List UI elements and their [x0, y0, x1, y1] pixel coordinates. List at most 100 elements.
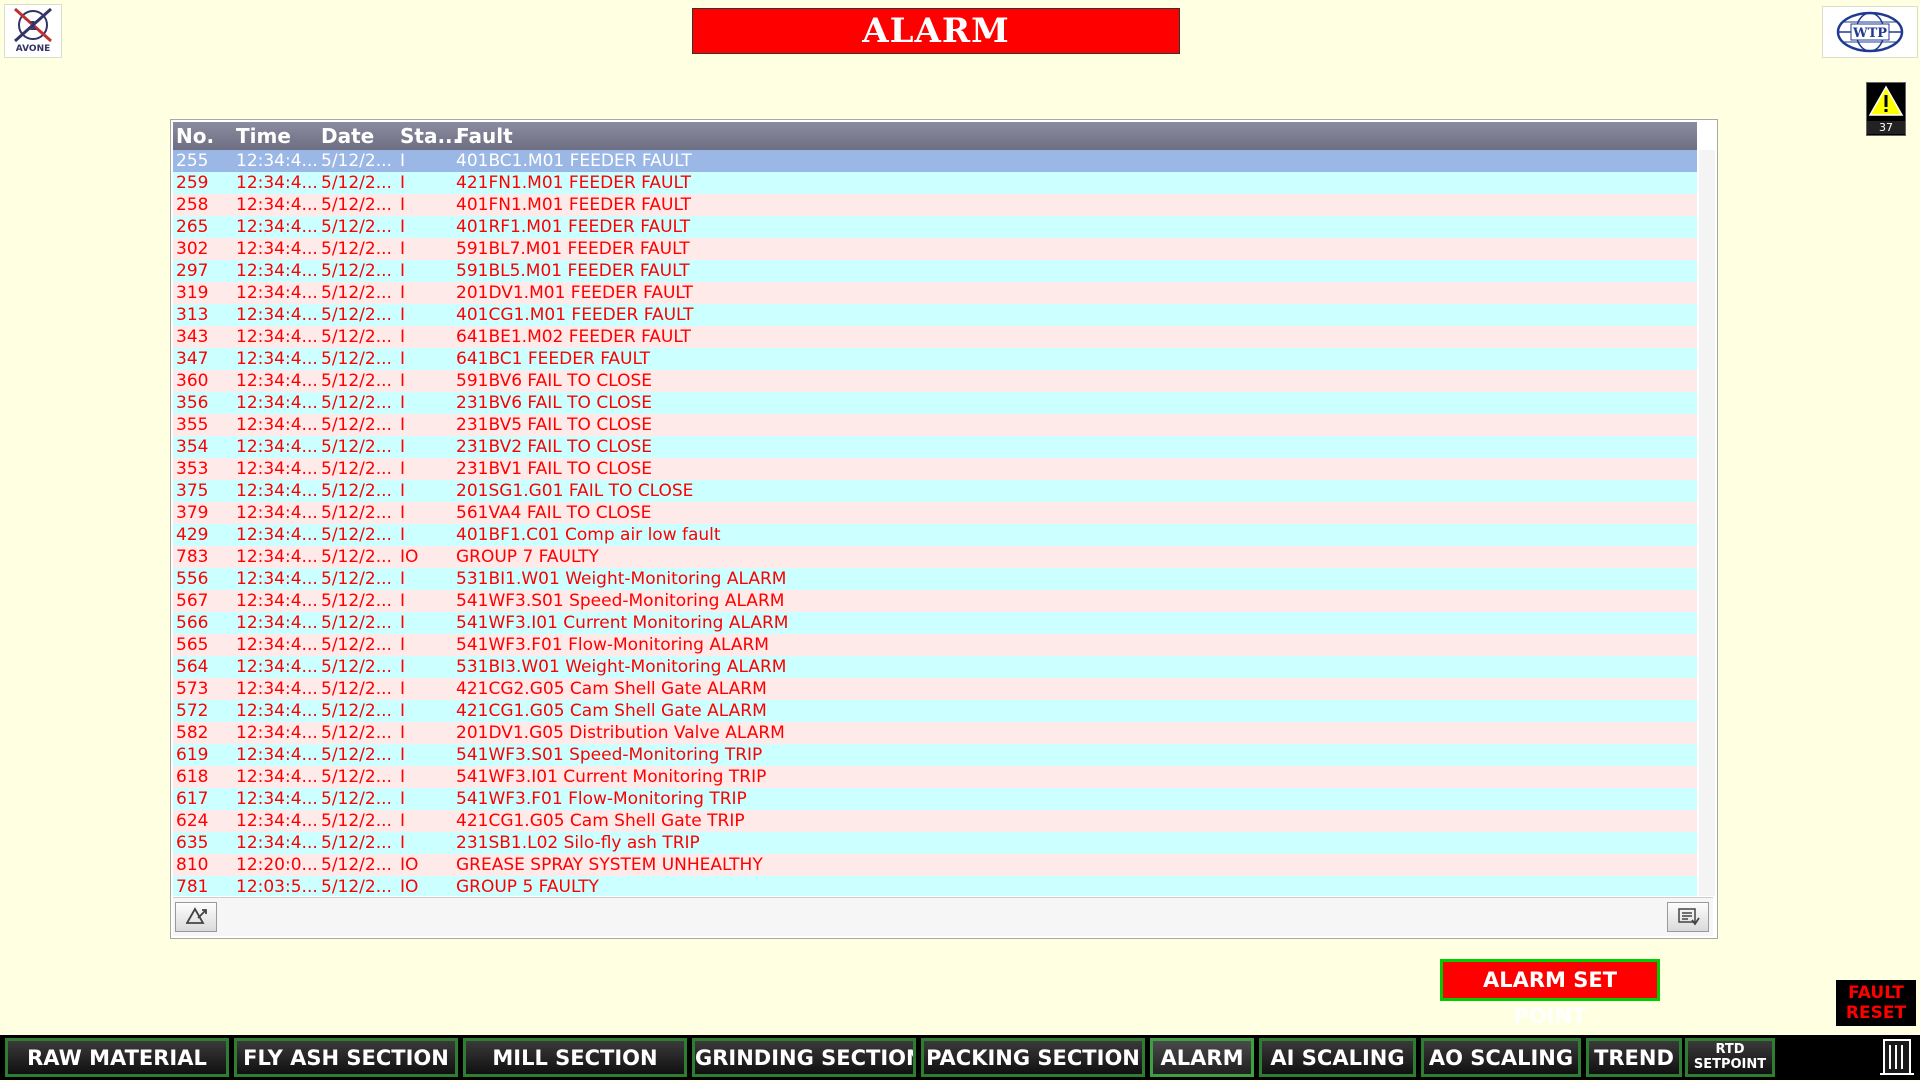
alarm-row[interactable]: 572 12:34:4... 5/12/2... I 421CG1.G05 Cam Sh…: [173, 700, 1697, 722]
column-header-time[interactable]: Time: [236, 122, 291, 150]
alarm-fault: 401BF1.C01 Comp air low fault: [456, 525, 721, 545]
alarm-row[interactable]: 783 12:34:4... 5/12/2... IO GROUP 7 FAULTY: [173, 546, 1697, 568]
alarm-vertical-scrollbar[interactable]: [1699, 150, 1715, 896]
alarm-row[interactable]: 619 12:34:4... 5/12/2... I 541WF3.S01 Speed-…: [173, 744, 1697, 766]
alarm-time: 12:34:4...: [236, 547, 318, 567]
alarm-row[interactable]: 319 12:34:4... 5/12/2... I 201DV1.M01 FEEDER…: [173, 282, 1697, 304]
alarm-time: 12:34:4...: [236, 459, 318, 479]
alarm-no: 624: [176, 811, 209, 831]
nav-ao-scaling[interactable]: AO SCALING: [1421, 1038, 1581, 1077]
alarm-status: IO: [400, 877, 419, 896]
acknowledge-button[interactable]: [175, 902, 217, 932]
nav-alarm[interactable]: ALARM: [1150, 1038, 1254, 1077]
alarm-row[interactable]: 258 12:34:4... 5/12/2... I 401FN1.M01 FEEDER…: [173, 194, 1697, 216]
alarm-row[interactable]: 343 12:34:4... 5/12/2... I 641BE1.M02 FEEDER…: [173, 326, 1697, 348]
alarm-row[interactable]: 556 12:34:4... 5/12/2... I 531BI1.W01 Weight…: [173, 568, 1697, 590]
alarm-date: 5/12/2...: [321, 547, 392, 567]
exit-door-button[interactable]: [1876, 1037, 1916, 1077]
alarm-fault: 231BV2 FAIL TO CLOSE: [456, 437, 652, 457]
alarm-row[interactable]: 635 12:34:4... 5/12/2... I 231SB1.L02 Silo-f…: [173, 832, 1697, 854]
alarm-view[interactable]: No. Time Date Sta... Fault 255 12:34:4...…: [170, 119, 1718, 939]
alarm-date: 5/12/2...: [321, 459, 392, 479]
nav-trend[interactable]: TREND: [1586, 1038, 1682, 1077]
nav-grinding-section[interactable]: GRINDING SECTION: [692, 1038, 916, 1077]
avone-logo-icon: 1: [14, 7, 52, 43]
nav-raw-material[interactable]: RAW MATERIAL: [5, 1038, 229, 1077]
alarm-status: I: [400, 679, 406, 699]
alarm-list-icon: [1678, 908, 1700, 926]
alarm-no: 258: [176, 195, 209, 215]
alarm-fault: 541WF3.S01 Speed-Monitoring ALARM: [456, 591, 785, 611]
column-header-status[interactable]: Sta...: [400, 122, 460, 150]
alarm-date: 5/12/2...: [321, 371, 392, 391]
alarm-row[interactable]: 297 12:34:4... 5/12/2... I 591BL5.M01 FEEDER…: [173, 260, 1697, 282]
alarm-time: 12:34:4...: [236, 811, 318, 831]
warning-count: 37: [1867, 121, 1905, 134]
alarm-row[interactable]: 375 12:34:4... 5/12/2... I 201SG1.G01 FAIL T…: [173, 480, 1697, 502]
fault-reset-button[interactable]: FAULT RESET: [1836, 980, 1916, 1026]
alarm-fault: 421CG2.G05 Cam Shell Gate ALARM: [456, 679, 767, 699]
nav-fly-ash-section[interactable]: FLY ASH SECTION: [234, 1038, 458, 1077]
alarm-time: 12:03:5...: [236, 877, 318, 896]
alarm-row[interactable]: 618 12:34:4... 5/12/2... I 541WF3.I01 Curren…: [173, 766, 1697, 788]
alarm-row[interactable]: 429 12:34:4... 5/12/2... I 401BF1.C01 Comp a…: [173, 524, 1697, 546]
avone-logo-text: AVONE: [15, 44, 51, 54]
alarm-row[interactable]: 617 12:34:4... 5/12/2... I 541WF3.F01 Flow-M…: [173, 788, 1697, 810]
alarm-row[interactable]: 259 12:34:4... 5/12/2... I 421FN1.M01 FEEDER…: [173, 172, 1697, 194]
alarm-row[interactable]: 355 12:34:4... 5/12/2... I 231BV5 FAIL TO CL…: [173, 414, 1697, 436]
nav-rtd-setpoint[interactable]: RTD SETPOINT: [1685, 1038, 1775, 1077]
alarm-row[interactable]: 573 12:34:4... 5/12/2... I 421CG2.G05 Cam Sh…: [173, 678, 1697, 700]
nav-packing-section[interactable]: PACKING SECTION: [921, 1038, 1145, 1077]
alarm-time: 12:34:4...: [236, 569, 318, 589]
column-header-no[interactable]: No.: [176, 122, 214, 150]
alarm-time: 12:34:4...: [236, 195, 318, 215]
alarm-row[interactable]: 360 12:34:4... 5/12/2... I 591BV6 FAIL TO CL…: [173, 370, 1697, 392]
alarm-time: 12:34:4...: [236, 701, 318, 721]
alarm-no: 356: [176, 393, 209, 413]
alarm-list-button[interactable]: [1667, 902, 1709, 932]
alarm-row[interactable]: 565 12:34:4... 5/12/2... I 541WF3.F01 Flow-M…: [173, 634, 1697, 656]
alarm-fault: 541WF3.F01 Flow-Monitoring TRIP: [456, 789, 747, 809]
alarm-status: I: [400, 371, 406, 391]
alarm-date: 5/12/2...: [321, 173, 392, 193]
alarm-row[interactable]: 567 12:34:4... 5/12/2... I 541WF3.S01 Speed-…: [173, 590, 1697, 612]
alarm-row[interactable]: 624 12:34:4... 5/12/2... I 421CG1.G05 Cam Sh…: [173, 810, 1697, 832]
alarm-no: 343: [176, 327, 209, 347]
alarm-fault: 231BV5 FAIL TO CLOSE: [456, 415, 652, 435]
nav-mill-section[interactable]: MILL SECTION: [463, 1038, 687, 1077]
column-header-fault[interactable]: Fault: [456, 122, 513, 150]
alarm-row[interactable]: 356 12:34:4... 5/12/2... I 231BV6 FAIL TO CL…: [173, 392, 1697, 414]
alarm-date: 5/12/2...: [321, 723, 392, 743]
warning-indicator[interactable]: 37: [1866, 82, 1906, 136]
alarm-fault: 201DV1.G05 Distribution Valve ALARM: [456, 723, 785, 743]
column-header-date[interactable]: Date: [321, 122, 374, 150]
alarm-row[interactable]: 265 12:34:4... 5/12/2... I 401RF1.M01 FEEDER…: [173, 216, 1697, 238]
alarm-row[interactable]: 354 12:34:4... 5/12/2... I 231BV2 FAIL TO CL…: [173, 436, 1697, 458]
alarm-no: 556: [176, 569, 209, 589]
alarm-time: 12:34:4...: [236, 481, 318, 501]
alarm-time: 12:34:4...: [236, 173, 318, 193]
alarm-status: I: [400, 437, 406, 457]
nav-ai-scaling[interactable]: AI SCALING: [1259, 1038, 1416, 1077]
alarm-row[interactable]: 353 12:34:4... 5/12/2... I 231BV1 FAIL TO CL…: [173, 458, 1697, 480]
wtp-logo: WTP: [1822, 6, 1918, 58]
alarm-no: 379: [176, 503, 209, 523]
alarm-date: 5/12/2...: [321, 239, 392, 259]
alarm-status: I: [400, 723, 406, 743]
alarm-row[interactable]: 566 12:34:4... 5/12/2... I 541WF3.I01 Curren…: [173, 612, 1697, 634]
alarm-set-point-button[interactable]: ALARM SET POINT: [1440, 959, 1660, 1028]
alarm-status: I: [400, 349, 406, 369]
alarm-time: 12:34:4...: [236, 437, 318, 457]
alarm-status: I: [400, 635, 406, 655]
alarm-row[interactable]: 810 12:20:0... 5/12/2... IO GREASE SPRAY SYS…: [173, 854, 1697, 876]
alarm-row[interactable]: 564 12:34:4... 5/12/2... I 531BI3.W01 Weight…: [173, 656, 1697, 678]
alarm-row[interactable]: 347 12:34:4... 5/12/2... I 641BC1 FEEDER FAU…: [173, 348, 1697, 370]
alarm-row[interactable]: 781 12:03:5... 5/12/2... IO GROUP 5 FAULTY: [173, 876, 1697, 896]
alarm-row[interactable]: 313 12:34:4... 5/12/2... I 401CG1.M01 FEEDER…: [173, 304, 1697, 326]
page-title: ALARM: [692, 8, 1180, 54]
alarm-row[interactable]: 255 12:34:4... 5/12/2... I 401BC1.M01 FEEDER…: [173, 150, 1697, 172]
warning-triangle-icon: [1868, 85, 1904, 116]
alarm-row[interactable]: 582 12:34:4... 5/12/2... I 201DV1.G05 Distri…: [173, 722, 1697, 744]
alarm-row[interactable]: 302 12:34:4... 5/12/2... I 591BL7.M01 FEEDER…: [173, 238, 1697, 260]
alarm-row[interactable]: 379 12:34:4... 5/12/2... I 561VA4 FAIL TO CL…: [173, 502, 1697, 524]
